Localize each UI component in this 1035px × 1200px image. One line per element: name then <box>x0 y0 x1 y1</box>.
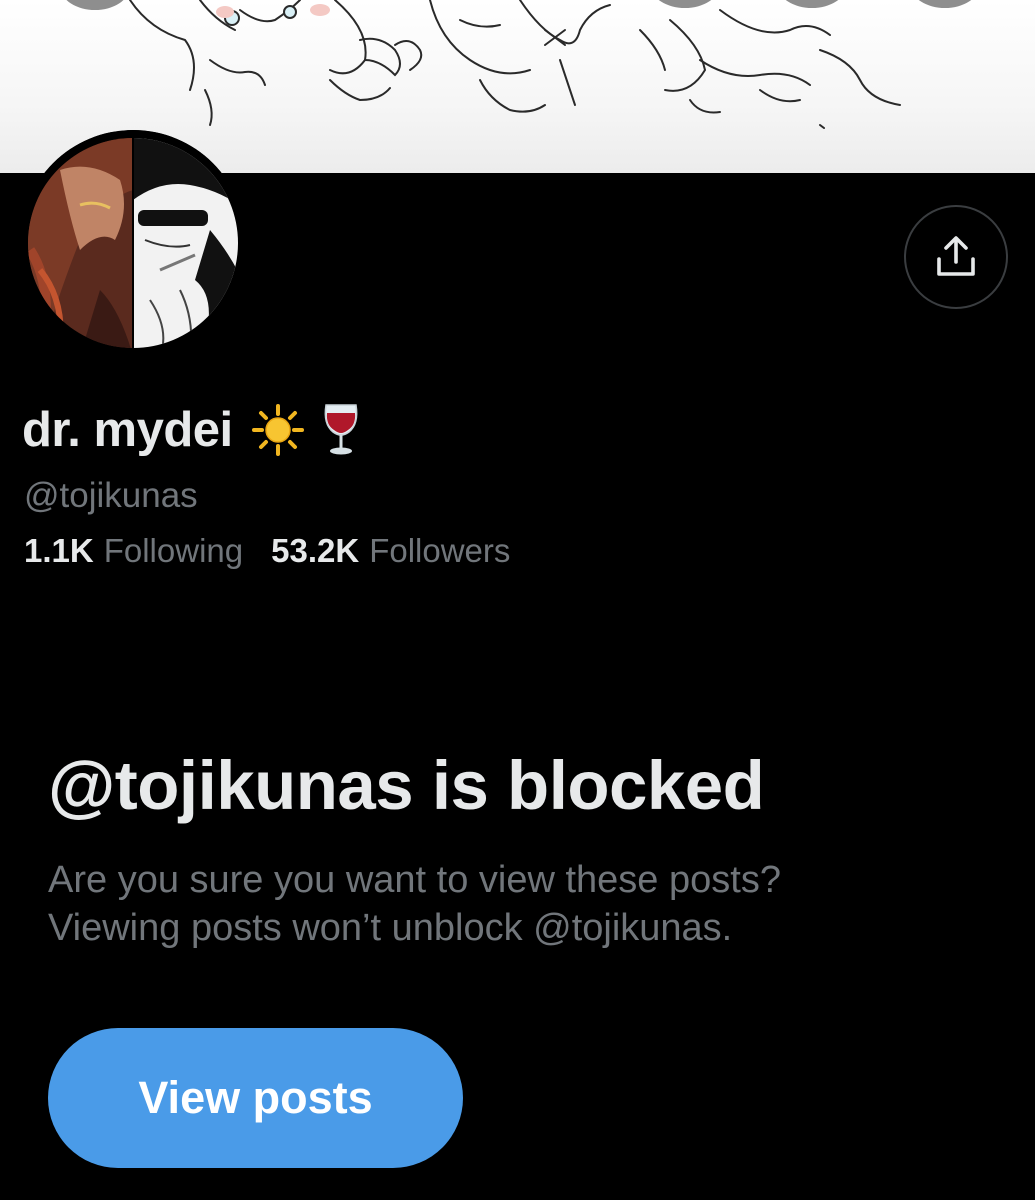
following-link[interactable]: 1.1K Following <box>24 532 243 570</box>
view-posts-label: View posts <box>138 1072 373 1123</box>
profile-avatar[interactable] <box>20 130 246 356</box>
blocked-description: Are you sure you want to view these post… <box>48 856 928 952</box>
share-profile-button[interactable] <box>904 205 1008 309</box>
followers-count: 53.2K <box>271 532 360 569</box>
blocked-title: @tojikunas is blocked <box>48 747 765 824</box>
followers-label: Followers <box>369 532 511 569</box>
profile-display-name: dr. mydei <box>22 402 377 458</box>
profile-stats: 1.1K Following 53.2K Followers <box>24 532 510 570</box>
followers-link[interactable]: 53.2K Followers <box>271 532 510 570</box>
wine-glass-icon <box>321 402 361 458</box>
blocked-description-line1: Are you sure you want to view these post… <box>48 859 781 901</box>
view-posts-button[interactable]: View posts <box>48 1028 463 1168</box>
share-upload-icon <box>937 236 975 276</box>
profile-handle: @tojikunas <box>24 476 198 515</box>
following-count: 1.1K <box>24 532 94 569</box>
sun-icon <box>251 403 305 457</box>
display-name-text: dr. mydei <box>22 403 233 457</box>
blocked-description-line2: Viewing posts won’t unblock @tojikunas. <box>48 907 733 949</box>
following-label: Following <box>103 532 244 569</box>
avatar-image <box>20 130 246 356</box>
